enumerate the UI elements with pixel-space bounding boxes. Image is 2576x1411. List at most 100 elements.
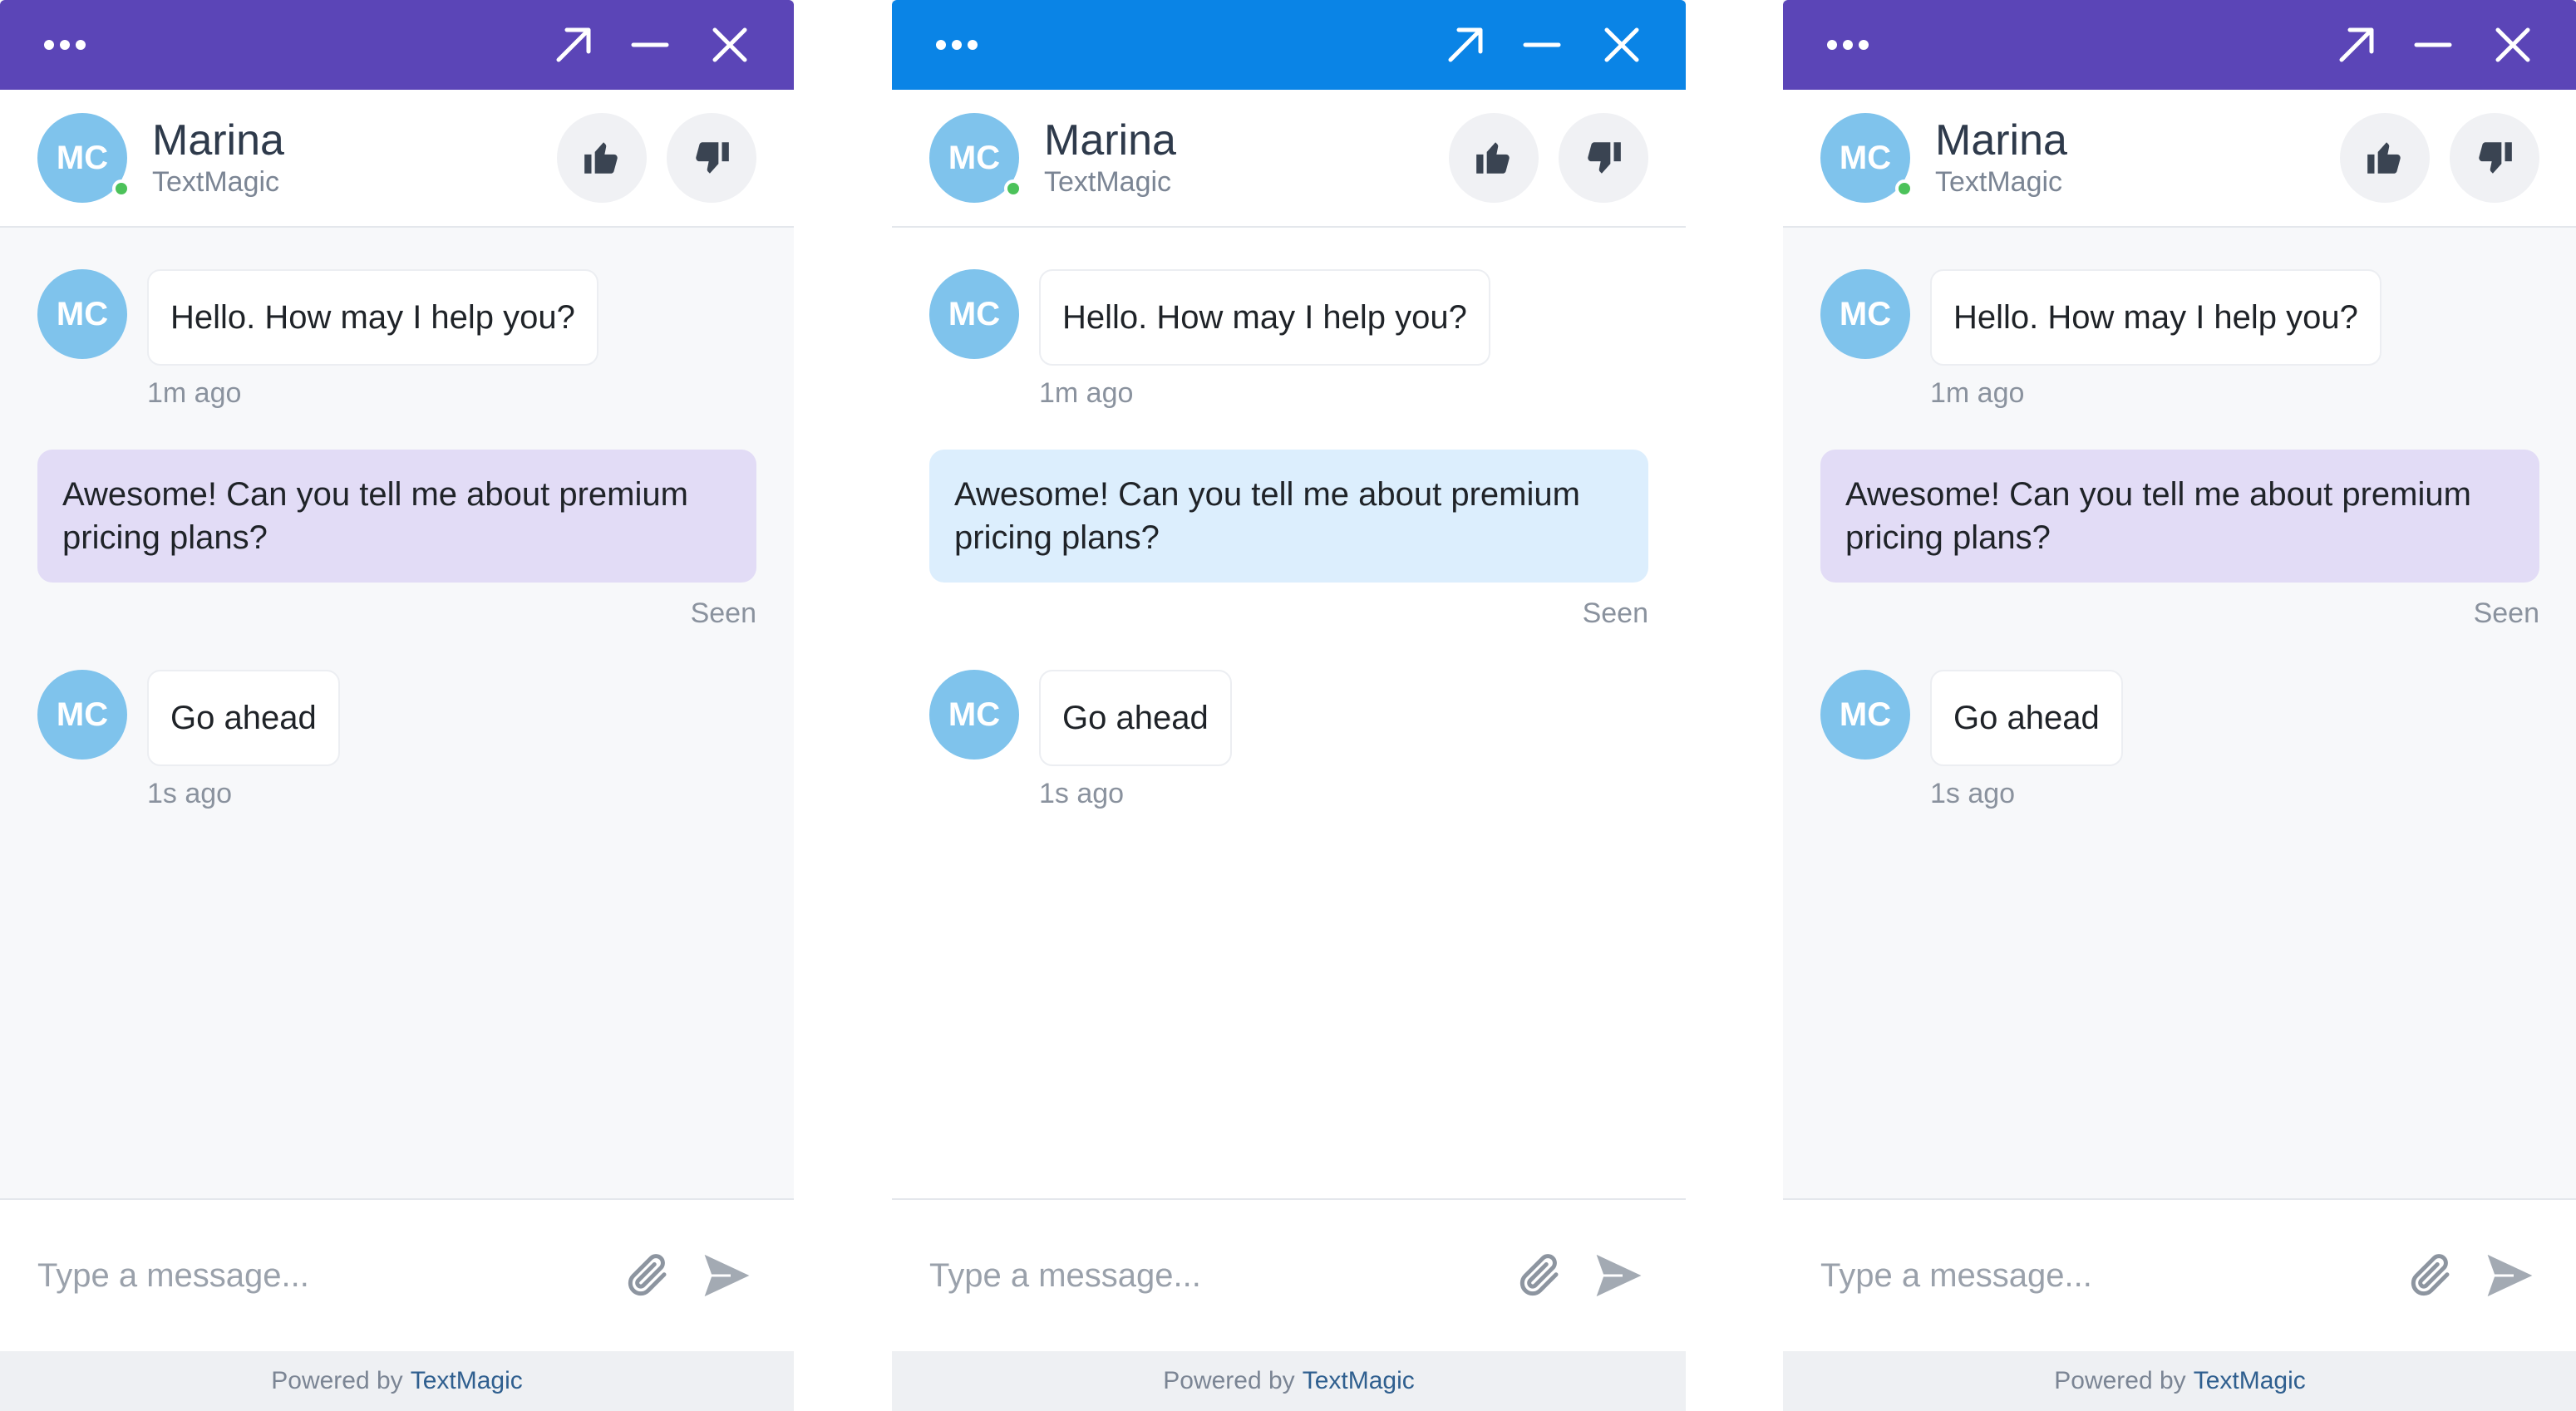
thumbs-down-button[interactable]: [1559, 113, 1648, 203]
thumbs-up-icon: [2367, 142, 2401, 174]
chat-widget-purple-1: MC Marina TextMagic MC Hello. How may I …: [0, 0, 794, 1411]
avatar: MC: [1820, 269, 1910, 359]
thumbs-up-icon: [1476, 142, 1510, 174]
thumbs-down-button[interactable]: [667, 113, 756, 203]
thumbs-down-button[interactable]: [2450, 113, 2539, 203]
thumbs-up-icon: [584, 142, 618, 174]
send-icon[interactable]: [701, 1251, 754, 1300]
incoming-message: MC Go ahead: [37, 670, 756, 766]
message-time: 1m ago: [147, 377, 242, 409]
composer: [1783, 1198, 2576, 1351]
incoming-message: MC Hello. How may I help you?: [929, 269, 1648, 366]
message-input[interactable]: [929, 1256, 1515, 1295]
avatar: MC: [1820, 670, 1910, 760]
message-bubble: Go ahead: [147, 670, 340, 766]
minimize-icon[interactable]: [2412, 24, 2454, 66]
online-status-dot: [1004, 179, 1022, 198]
send-icon[interactable]: [2484, 1251, 2537, 1300]
avatar: MC: [929, 269, 1019, 359]
avatar-initials: MC: [948, 139, 1001, 176]
agent-bar: MC Marina TextMagic: [1783, 90, 2576, 228]
close-icon[interactable]: [709, 24, 751, 66]
message-time: 1s ago: [1930, 778, 2016, 809]
paperclip-icon[interactable]: [623, 1249, 672, 1302]
send-icon[interactable]: [1593, 1251, 1646, 1300]
agent-company: TextMagic: [152, 166, 280, 198]
avatar: MC: [929, 113, 1022, 203]
powered-by-footer: Powered by TextMagic: [0, 1351, 794, 1411]
widget-header: [892, 0, 1686, 90]
paperclip-icon[interactable]: [1515, 1249, 1564, 1302]
thumbs-up-button[interactable]: [557, 113, 647, 203]
incoming-message: MC Hello. How may I help you?: [1820, 269, 2539, 366]
avatar-initials: MC: [56, 139, 109, 176]
avatar-initials: MC: [948, 696, 1001, 733]
thumbs-down-icon: [1588, 142, 1621, 174]
avatar-initials: MC: [948, 295, 1001, 332]
chat-widget-blue: MC Marina TextMagic MC Hello. How may I …: [892, 0, 1686, 1411]
message-bubble: Hello. How may I help you?: [1039, 269, 1490, 366]
minimize-icon[interactable]: [629, 24, 671, 66]
thumbs-up-button[interactable]: [1449, 113, 1539, 203]
close-icon[interactable]: [2492, 24, 2534, 66]
powered-by-footer: Powered by TextMagic: [1783, 1351, 2576, 1411]
message-bubble: Hello. How may I help you?: [147, 269, 598, 366]
widget-header: [1783, 0, 2576, 90]
message-time: 1m ago: [1039, 377, 1134, 409]
avatar: MC: [929, 670, 1019, 760]
thumbs-up-button[interactable]: [2340, 113, 2430, 203]
expand-icon[interactable]: [551, 22, 596, 67]
message-input[interactable]: [37, 1256, 623, 1295]
message-time: 1s ago: [1039, 778, 1125, 809]
agent-bar: MC Marina TextMagic: [892, 90, 1686, 228]
message-time: 1s ago: [147, 778, 233, 809]
avatar-initials: MC: [1839, 295, 1892, 332]
message-list: MC Hello. How may I help you? 1m ago Awe…: [892, 228, 1686, 1198]
avatar-initials: MC: [1839, 696, 1892, 733]
expand-icon[interactable]: [2334, 22, 2379, 67]
outgoing-message: Awesome! Can you tell me about premium p…: [929, 450, 1648, 583]
close-icon[interactable]: [1601, 24, 1643, 66]
expand-icon[interactable]: [1443, 22, 1488, 67]
powered-by-footer: Powered by TextMagic: [892, 1351, 1686, 1411]
seen-status: Seen: [1582, 597, 1648, 629]
footer-brand-link[interactable]: TextMagic: [411, 1367, 523, 1395]
composer: [0, 1198, 794, 1351]
agent-company: TextMagic: [1935, 166, 2063, 198]
avatar: MC: [1820, 113, 1914, 203]
thumbs-down-icon: [2479, 142, 2512, 174]
incoming-message: MC Go ahead: [929, 670, 1648, 766]
message-list: MC Hello. How may I help you? 1m ago Awe…: [1783, 228, 2576, 1198]
seen-status: Seen: [690, 597, 756, 629]
online-status-dot: [1895, 179, 1914, 198]
message-time: 1m ago: [1930, 377, 2025, 409]
agent-bar: MC Marina TextMagic: [0, 90, 794, 228]
message-bubble: Go ahead: [1930, 670, 2123, 766]
outgoing-message: Awesome! Can you tell me about premium p…: [1820, 450, 2539, 583]
footer-prefix: Powered by: [1163, 1367, 1295, 1394]
message-input[interactable]: [1820, 1256, 2406, 1295]
message-bubble: Go ahead: [1039, 670, 1232, 766]
footer-prefix: Powered by: [2054, 1367, 2186, 1394]
chat-widget-purple-2: MC Marina TextMagic MC Hello. How may I …: [1783, 0, 2576, 1411]
avatar-initials: MC: [56, 696, 109, 733]
avatar-initials: MC: [1839, 139, 1892, 176]
avatar-initials: MC: [56, 295, 109, 332]
minimize-icon[interactable]: [1521, 24, 1563, 66]
agent-name: Marina: [1935, 116, 2067, 165]
avatar: MC: [37, 670, 127, 760]
agent-name: Marina: [152, 116, 284, 165]
thumbs-down-icon: [696, 142, 729, 174]
widget-header: [0, 0, 794, 90]
footer-brand-link[interactable]: TextMagic: [2194, 1367, 2306, 1395]
outgoing-message: Awesome! Can you tell me about premium p…: [37, 450, 756, 583]
online-status-dot: [112, 179, 131, 198]
more-dots-icon[interactable]: [1825, 28, 1871, 61]
more-dots-icon[interactable]: [42, 28, 88, 61]
seen-status: Seen: [2473, 597, 2539, 629]
more-dots-icon[interactable]: [933, 28, 980, 61]
agent-name: Marina: [1044, 116, 1176, 165]
paperclip-icon[interactable]: [2406, 1249, 2455, 1302]
footer-brand-link[interactable]: TextMagic: [1303, 1367, 1415, 1395]
avatar: MC: [37, 113, 131, 203]
